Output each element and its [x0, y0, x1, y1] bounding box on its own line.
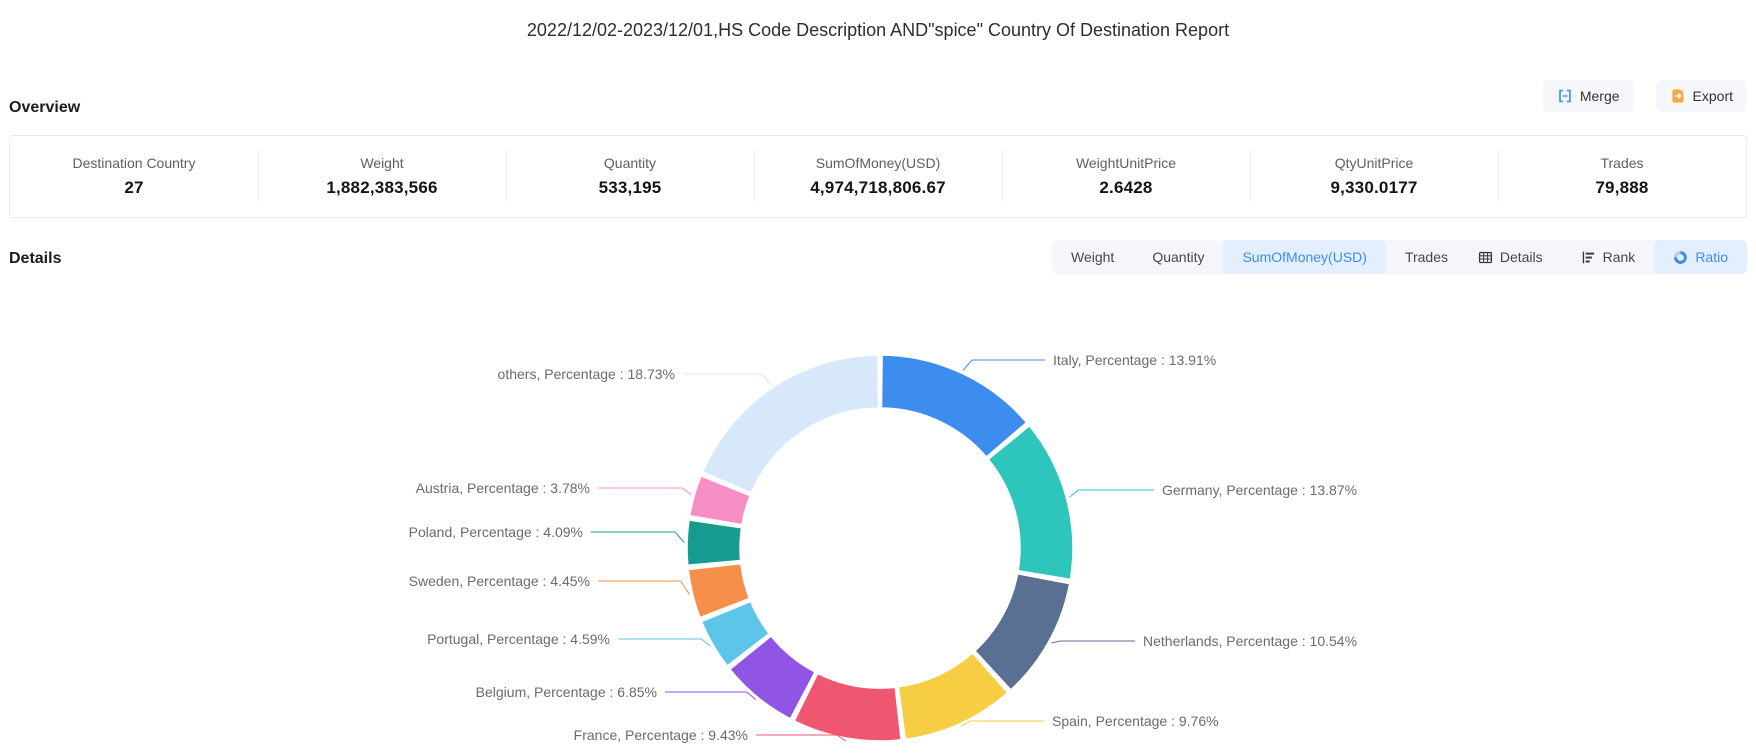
overview-stats: Destination Country 27 Weight 1,882,383,566… [9, 135, 1747, 218]
chart-label-others: others, Percentage : 18.73% [498, 366, 675, 382]
stat-label: WeightUnitPrice [1076, 155, 1176, 171]
stat-value: 27 [124, 178, 143, 198]
stat-value: 2.6428 [1099, 178, 1152, 198]
overview-heading: Overview [9, 99, 80, 117]
metric-tab-sumofmoney-usd[interactable]: SumOfMoney(USD) [1223, 240, 1385, 274]
chart-label-germany: Germany, Percentage : 13.87% [1162, 482, 1357, 498]
stat-cell-sumofmoney-usd: SumOfMoney(USD) 4,974,718,806.67 [754, 136, 1002, 217]
stat-cell-weight: Weight 1,882,383,566 [258, 136, 506, 217]
stat-value: 4,974,718,806.67 [810, 178, 946, 198]
chart-label-netherlands: Netherlands, Percentage : 10.54% [1143, 633, 1357, 649]
chart-label-portugal: Portugal, Percentage : 4.59% [427, 631, 610, 647]
chart-label-austria: Austria, Percentage : 3.78% [416, 480, 590, 496]
chart-label-italy: Italy, Percentage : 13.91% [1053, 352, 1216, 368]
stat-cell-qtyunitprice: QtyUnitPrice 9,330.0177 [1250, 136, 1498, 217]
stat-value: 79,888 [1595, 178, 1648, 198]
stat-label: QtyUnitPrice [1335, 155, 1414, 171]
table-icon [1478, 250, 1493, 265]
view-tab-label: Ratio [1695, 249, 1728, 265]
stat-value: 1,882,383,566 [326, 178, 437, 198]
export-button[interactable]: Export [1656, 80, 1747, 112]
chart-leader-sweden [598, 581, 690, 595]
chart-label-france: France, Percentage : 9.43% [574, 727, 748, 743]
donut-slice-italy[interactable] [882, 355, 1027, 457]
stat-label: SumOfMoney(USD) [816, 155, 940, 171]
chart-leader-portugal [618, 639, 710, 646]
stat-cell-weightunitprice: WeightUnitPrice 2.6428 [1002, 136, 1250, 217]
chart-label-poland: Poland, Percentage : 4.09% [409, 524, 583, 540]
donut-chart: Italy, Percentage : 13.91% Germany, Perce… [0, 0, 1756, 753]
export-button-label: Export [1693, 88, 1733, 104]
metric-tab-trades[interactable]: Trades [1386, 240, 1467, 274]
stat-cell-trades: Trades 79,888 [1498, 136, 1746, 217]
stat-cell-destination-country: Destination Country 27 [10, 136, 258, 217]
view-tab-label: Rank [1603, 249, 1636, 265]
details-heading: Details [9, 250, 61, 268]
stat-label: Destination Country [73, 155, 196, 171]
metric-tab-quantity[interactable]: Quantity [1133, 240, 1223, 274]
chart-label-spain: Spain, Percentage : 9.76% [1052, 713, 1219, 729]
chart-leader-others [683, 374, 771, 385]
action-buttons: Merge Export [1543, 80, 1747, 112]
merge-button-label: Merge [1580, 88, 1620, 104]
chart-label-sweden: Sweden, Percentage : 4.45% [409, 573, 590, 589]
metric-tab-weight[interactable]: Weight [1052, 240, 1133, 274]
stat-cell-quantity: Quantity 533,195 [506, 136, 754, 217]
stat-value: 9,330.0177 [1330, 178, 1417, 198]
stat-label: Trades [1600, 155, 1643, 171]
rank-icon [1581, 250, 1596, 265]
chart-leader-germany [1069, 490, 1154, 497]
chart-label-belgium: Belgium, Percentage : 6.85% [476, 684, 657, 700]
stat-value: 533,195 [599, 178, 662, 198]
view-tab-group: Details Rank Ratio [1459, 240, 1747, 274]
chart-leader-italy [963, 360, 1045, 370]
donut-slice-others[interactable] [703, 355, 879, 493]
page-title: 2022/12/02-2023/12/01,HS Code Descriptio… [0, 20, 1756, 41]
view-tab-details[interactable]: Details [1459, 240, 1562, 274]
chart-leader-belgium [665, 692, 756, 700]
stat-label: Quantity [604, 155, 656, 171]
view-tab-rank[interactable]: Rank [1562, 240, 1655, 274]
merge-icon [1557, 88, 1573, 104]
metric-tab-group: WeightQuantitySumOfMoney(USD)Trades [1052, 240, 1467, 274]
chart-leader-poland [591, 532, 684, 543]
donut-slice-germany[interactable] [988, 426, 1073, 580]
stat-label: Weight [360, 155, 403, 171]
chart-leader-spain [961, 721, 1044, 726]
chart-leader-austria [598, 488, 691, 495]
view-tab-label: Details [1500, 249, 1543, 265]
export-icon [1670, 88, 1686, 104]
donut-icon [1673, 250, 1688, 265]
chart-leader-netherlands [1052, 641, 1136, 643]
merge-button[interactable]: Merge [1543, 80, 1634, 112]
donut-slice-poland[interactable] [687, 520, 742, 565]
donut-slice-france[interactable] [794, 673, 901, 741]
view-tab-ratio[interactable]: Ratio [1654, 240, 1747, 274]
